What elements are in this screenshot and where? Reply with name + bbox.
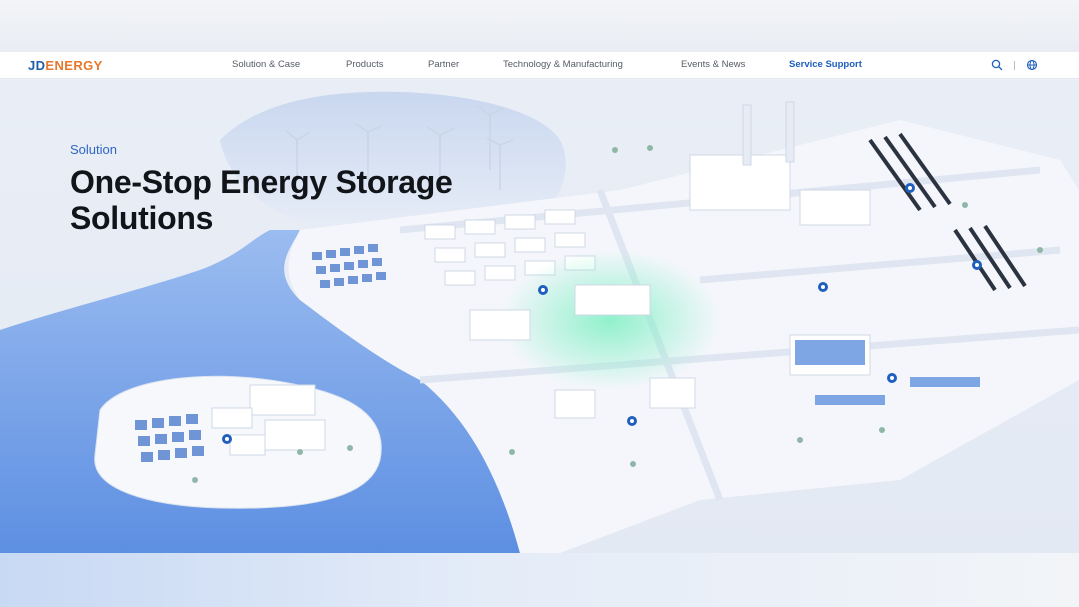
nav-item-partner[interactable]: Partner: [428, 59, 459, 70]
nav-tools: [990, 58, 1039, 72]
globe-icon[interactable]: [1025, 58, 1039, 72]
hero-banner: Solution One-Stop Energy Storage Solutio…: [0, 80, 1079, 553]
top-navbar: JD ENERGY Solution & Case Products Partne…: [0, 52, 1079, 79]
hero-title: One-Stop Energy Storage Solutions: [70, 164, 540, 236]
energy-glow: [500, 250, 720, 390]
energy-park-illustration: [0, 91, 1079, 553]
tools-divider: [1014, 60, 1015, 70]
logo-text-energy: ENERGY: [45, 58, 103, 73]
nav-item-events-news[interactable]: Events & News: [681, 59, 745, 70]
top-browser-blur: [0, 0, 1079, 52]
bottom-blur-strip: [0, 553, 1079, 607]
nav-item-technology-manufacturing[interactable]: Technology & Manufacturing: [503, 59, 623, 70]
nav-item-solution-case[interactable]: Solution & Case: [232, 59, 300, 70]
hero-title-line-1: One-Stop Energy Storage: [70, 164, 453, 200]
jd-energy-logo[interactable]: JD ENERGY: [28, 57, 103, 74]
logo-text-jd: JD: [28, 58, 46, 73]
nav-item-service-support[interactable]: Service Support: [789, 59, 862, 70]
hero-title-line-2: Solutions: [70, 200, 214, 236]
hero-kicker: Solution: [70, 142, 117, 157]
nav-item-products[interactable]: Products: [346, 59, 384, 70]
search-icon[interactable]: [990, 58, 1004, 72]
